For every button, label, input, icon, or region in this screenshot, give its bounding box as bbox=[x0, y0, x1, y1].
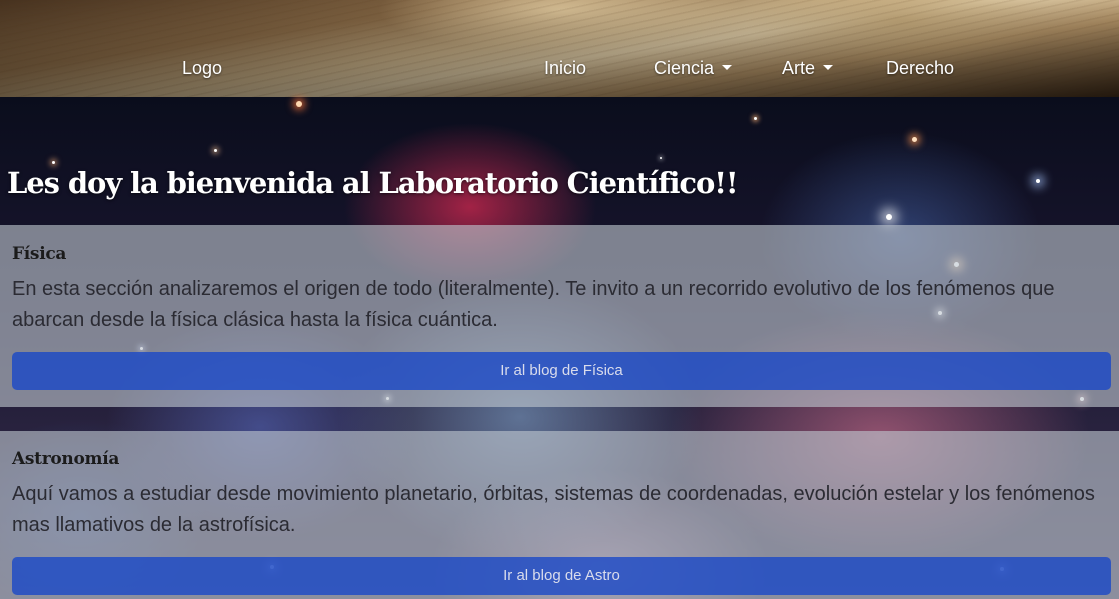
nav-dropdown-label: Arte bbox=[782, 58, 816, 78]
card-title: Física bbox=[12, 244, 67, 264]
logo-link[interactable]: Logo bbox=[182, 56, 222, 80]
nav-dropdown-ciencia[interactable]: Ciencia bbox=[654, 56, 733, 80]
caret-down-icon bbox=[722, 64, 733, 70]
navbar: Logo Inicio Ciencia Arte Derecho bbox=[0, 0, 1119, 97]
page: Logo Inicio Ciencia Arte Derecho Les doy… bbox=[0, 0, 1119, 599]
nav-dropdown-label: Ciencia bbox=[654, 58, 715, 78]
card-text: En esta sección analizaremos el origen d… bbox=[12, 278, 1055, 331]
card-fisica: Física En esta sección analizaremos el o… bbox=[0, 225, 1119, 407]
blog-astro-button[interactable]: Ir al blog de Astro bbox=[12, 557, 1111, 595]
card-text: Aquí vamos a estudiar desde movimiento p… bbox=[12, 483, 1095, 536]
nav-link-derecho[interactable]: Derecho bbox=[886, 56, 954, 80]
nav-link-inicio[interactable]: Inicio bbox=[544, 56, 586, 80]
blog-fisica-button[interactable]: Ir al blog de Física bbox=[12, 352, 1111, 390]
card-title: Astronomía bbox=[12, 449, 120, 469]
card-astronomia: Astronomía Aquí vamos a estudiar desde m… bbox=[0, 431, 1119, 599]
page-title: Les doy la bienvenida al Laboratorio Cie… bbox=[7, 166, 739, 200]
nav-dropdown-arte[interactable]: Arte bbox=[782, 56, 834, 80]
caret-down-icon bbox=[823, 64, 834, 70]
